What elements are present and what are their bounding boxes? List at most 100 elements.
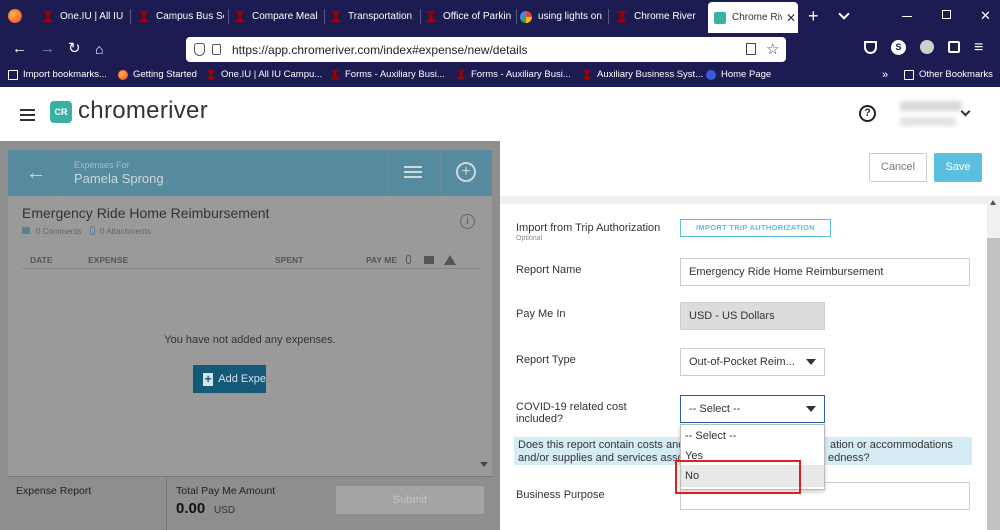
bookmark-forms-aux-1[interactable]: Forms - Auxiliary Busi... bbox=[330, 69, 445, 80]
reload-icon[interactable]: ↻ bbox=[68, 41, 81, 57]
iu-trident-icon bbox=[426, 10, 436, 23]
bookmark-getting-started[interactable]: Getting Started bbox=[118, 69, 197, 80]
report-type-label: Report Type bbox=[516, 354, 576, 366]
iu-trident-icon bbox=[583, 69, 591, 80]
divider bbox=[440, 150, 441, 196]
tab-office-of-parking[interactable]: Office of Parkin bbox=[425, 0, 513, 33]
more-bookmarks-icon[interactable]: » bbox=[882, 69, 888, 81]
tab-chrome-river-active[interactable]: Chrome Rive ✕ bbox=[708, 2, 798, 33]
covid-info-line-1a: Does this report contain costs and bbox=[518, 439, 685, 451]
extensions-puzzle-icon[interactable] bbox=[948, 41, 960, 53]
menu-hamburger-icon[interactable]: ≡ bbox=[974, 39, 983, 57]
import-trip-authorization-button[interactable]: IMPORT TRIP AUTHORIZATION bbox=[680, 219, 831, 237]
pocket-icon[interactable] bbox=[864, 41, 877, 54]
reader-view-icon[interactable] bbox=[746, 43, 756, 55]
tab-separator bbox=[228, 9, 229, 24]
lock-icon[interactable] bbox=[212, 44, 221, 55]
comments-count[interactable]: 0 Comments bbox=[36, 227, 81, 236]
browser-tab-bar: One.IU | All IU Campus Bus Se Compare Me… bbox=[0, 0, 1000, 33]
save-button[interactable]: Save bbox=[934, 153, 982, 182]
app-header: CR chromeriver ? bbox=[0, 87, 1000, 141]
google-icon bbox=[520, 10, 532, 23]
info-icon[interactable]: i bbox=[460, 214, 475, 229]
column-date: DATE bbox=[30, 255, 53, 265]
url-bar[interactable]: https://app.chromeriver.com/index#expens… bbox=[186, 37, 786, 62]
close-tab-icon[interactable]: ✕ bbox=[786, 11, 796, 25]
bookmark-aux-business-systems[interactable]: Auxiliary Business Syst... bbox=[582, 69, 703, 80]
tab-chrome-river-1[interactable]: Chrome River bbox=[616, 0, 706, 33]
pay-me-in-label: Pay Me In bbox=[516, 308, 566, 320]
shield-icon[interactable] bbox=[194, 43, 205, 56]
firefox-icon bbox=[118, 69, 128, 80]
hamburger-menu-icon[interactable] bbox=[20, 109, 35, 111]
home-icon[interactable]: ⌂ bbox=[95, 41, 103, 57]
highlight-box-annotation bbox=[675, 460, 801, 494]
dropdown-arrow-icon bbox=[806, 406, 816, 412]
scrollbar-thumb[interactable] bbox=[987, 238, 1000, 530]
list-all-tabs-icon[interactable] bbox=[838, 8, 850, 20]
submit-button[interactable]: Submit bbox=[336, 486, 484, 514]
bookmark-import[interactable]: Import bookmarks... bbox=[8, 69, 107, 80]
chromeriver-logo-icon: CR bbox=[50, 101, 72, 123]
iu-trident-icon bbox=[43, 10, 53, 23]
bookmark-star-icon[interactable]: ☆ bbox=[766, 40, 779, 58]
column-expense: EXPENSE bbox=[88, 255, 129, 265]
restore-icon[interactable] bbox=[942, 10, 951, 19]
import-label: Import from Trip Authorization bbox=[516, 222, 661, 234]
cancel-button[interactable]: Cancel bbox=[869, 153, 927, 182]
iu-trident-icon bbox=[139, 10, 149, 23]
paperclip-icon bbox=[90, 226, 95, 235]
folder-icon bbox=[904, 69, 914, 80]
warning-column-icon bbox=[444, 255, 456, 265]
tab-campus-bus[interactable]: Campus Bus Se bbox=[138, 0, 224, 33]
import-optional-label: Optional bbox=[516, 235, 543, 242]
bookmark-one-iu[interactable]: One.IU | All IU Campu... bbox=[206, 69, 322, 80]
tab-separator bbox=[324, 9, 325, 24]
attachments-count[interactable]: 0 Attachments bbox=[100, 227, 151, 236]
dropdown-arrow-icon bbox=[806, 359, 816, 365]
back-icon[interactable]: ← bbox=[12, 41, 27, 57]
bookmarks-bar: Import bookmarks... Getting Started One.… bbox=[0, 65, 1000, 87]
tab-transportation[interactable]: Transportation bbox=[330, 0, 416, 33]
bookmark-other[interactable]: Other Bookmarks bbox=[904, 69, 993, 80]
close-window-icon[interactable]: ✕ bbox=[980, 8, 991, 24]
report-name-input[interactable]: Emergency Ride Home Reimbursement bbox=[680, 258, 970, 286]
tab-separator bbox=[420, 9, 421, 24]
bookmark-home-page[interactable]: Home Page bbox=[706, 69, 771, 80]
pay-me-in-field: USD - US Dollars bbox=[680, 302, 825, 330]
new-tab-icon[interactable]: + bbox=[808, 6, 819, 26]
iu-trident-icon bbox=[331, 10, 341, 23]
forward-icon[interactable]: → bbox=[40, 41, 55, 57]
scroll-up-icon[interactable] bbox=[990, 200, 996, 205]
help-icon[interactable]: ? bbox=[859, 105, 876, 122]
bookmark-forms-aux-2[interactable]: Forms - Auxiliary Busi... bbox=[456, 69, 571, 80]
tab-compare-meal[interactable]: Compare Meal bbox=[234, 0, 320, 33]
import-icon bbox=[8, 69, 18, 80]
firefox-menu-icon[interactable] bbox=[8, 9, 22, 23]
iu-trident-icon bbox=[457, 69, 465, 80]
profile-icon[interactable]: S bbox=[891, 40, 906, 55]
extension-icon[interactable] bbox=[920, 40, 934, 54]
user-role-blurred bbox=[900, 117, 956, 126]
column-pay-me: PAY ME bbox=[366, 255, 398, 265]
report-type-select[interactable]: Out-of-Pocket Reim... bbox=[680, 348, 825, 376]
chromeriver-icon bbox=[714, 11, 726, 24]
footer-total-amount: 0.00 bbox=[176, 500, 206, 517]
form-top-band bbox=[500, 196, 987, 204]
tab-one-iu[interactable]: One.IU | All IU bbox=[42, 0, 126, 33]
minimize-icon[interactable] bbox=[902, 16, 912, 17]
add-expense-button[interactable]: + Add Expe bbox=[193, 365, 266, 393]
sort-icon[interactable] bbox=[404, 166, 422, 168]
add-expense-circle-icon[interactable]: + bbox=[456, 162, 476, 182]
covid-option-select[interactable]: -- Select -- bbox=[685, 430, 736, 442]
covid-select[interactable]: -- Select -- bbox=[680, 395, 825, 423]
user-menu-chevron-icon[interactable] bbox=[960, 106, 971, 117]
back-arrow-icon[interactable]: ← bbox=[26, 162, 46, 185]
scroll-down-icon[interactable] bbox=[480, 462, 488, 467]
iu-trident-icon bbox=[235, 10, 245, 23]
iu-trident-icon bbox=[331, 69, 339, 80]
covid-info-line-2a: and/or supplies and services asso bbox=[518, 452, 684, 464]
report-name-label: Report Name bbox=[516, 264, 582, 276]
comment-column-icon bbox=[424, 256, 434, 264]
tab-google-search[interactable]: using lights on bbox=[520, 0, 604, 33]
